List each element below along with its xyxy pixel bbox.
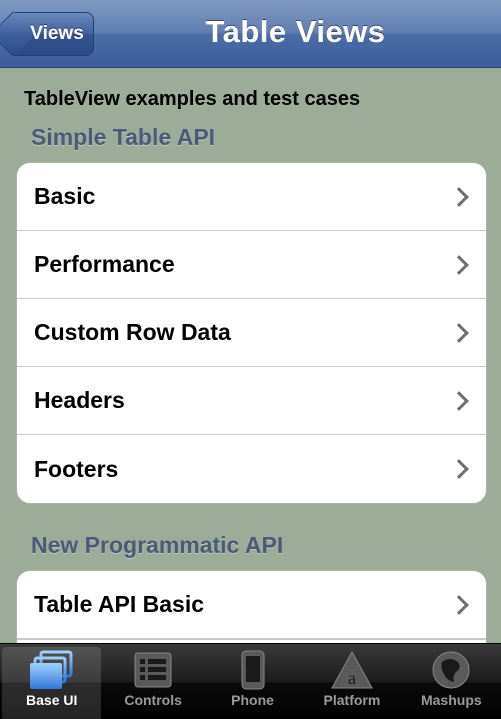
tab-base-ui[interactable]: Base UI	[2, 647, 102, 719]
windows-icon	[29, 648, 75, 692]
chevron-right-icon	[449, 390, 469, 411]
table-row-basic[interactable]: Basic	[17, 163, 486, 231]
table-group-simple-table-api: Basic Performance Custom Row Data Header…	[16, 162, 487, 504]
section-header-simple-table-api: Simple Table API	[31, 124, 216, 150]
row-label: Table API Basic	[34, 591, 205, 617]
chevron-right-icon	[449, 186, 469, 207]
tab-bar: Base UI Controls Phone a Platform Mashup…	[0, 643, 501, 719]
chevron-right-icon	[449, 459, 469, 479]
table-row-performance[interactable]: Performance	[17, 231, 486, 299]
navigation-bar: Views Table Views	[0, 0, 501, 68]
chevron-right-icon	[449, 254, 469, 275]
section-header-new-programmatic-api: New Programmatic API	[31, 532, 284, 558]
chevron-right-icon	[449, 322, 469, 343]
list-icon	[133, 648, 173, 692]
row-label: Custom Row Data	[34, 319, 231, 345]
row-label: Performance	[34, 251, 175, 277]
platform-icon: a	[330, 648, 374, 692]
tab-mashups[interactable]: Mashups	[402, 644, 501, 719]
mashups-icon	[430, 648, 472, 692]
svg-text:a: a	[348, 668, 356, 688]
chevron-right-icon	[449, 594, 469, 615]
table-row-custom-row-data[interactable]: Custom Row Data	[17, 299, 486, 367]
tab-platform[interactable]: a Platform	[302, 644, 401, 719]
table-row-table-api-basic[interactable]: Table API Basic	[17, 571, 486, 639]
tab-controls[interactable]: Controls	[103, 644, 202, 719]
table-row-headers[interactable]: Headers	[17, 367, 486, 435]
tab-phone[interactable]: Phone	[203, 644, 302, 719]
row-label: Basic	[34, 183, 96, 209]
row-label: Headers	[34, 387, 125, 413]
tab-label: Platform	[323, 692, 381, 708]
back-button-label: Views	[30, 23, 84, 44]
row-label: Footers	[34, 455, 119, 482]
tab-label: Controls	[124, 692, 182, 708]
tab-label: Phone	[231, 692, 274, 708]
table-header-text: TableView examples and test cases	[24, 88, 361, 110]
table-row-footers[interactable]: Footers	[17, 435, 486, 503]
tab-label: Base UI	[26, 692, 78, 708]
phone-icon	[240, 648, 266, 692]
tab-label: Mashups	[420, 692, 482, 708]
screen: Views Table Views TableView examples and…	[0, 0, 501, 719]
